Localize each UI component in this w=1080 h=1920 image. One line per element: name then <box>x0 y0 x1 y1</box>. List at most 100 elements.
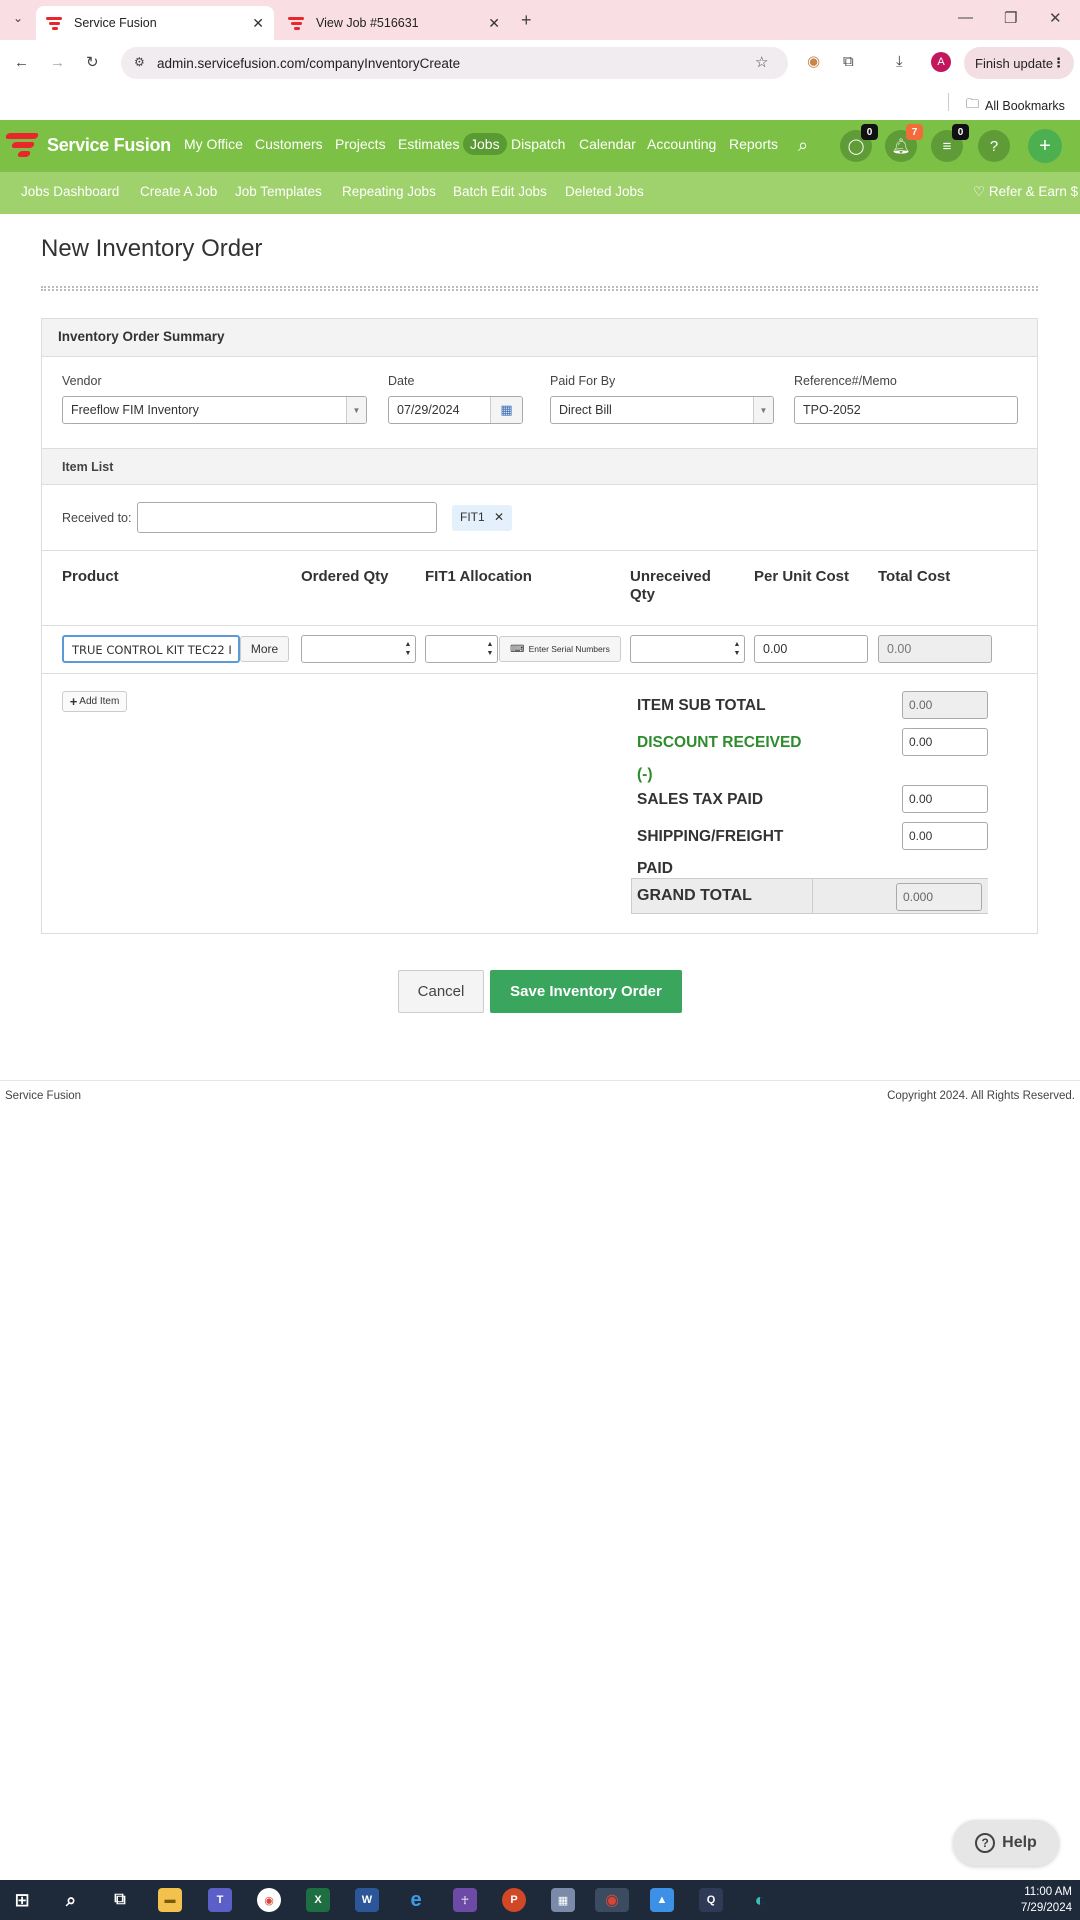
restore-icon[interactable]: ❐ <box>1004 11 1017 26</box>
nav-my-office[interactable]: My Office <box>184 136 243 152</box>
new-tab-icon[interactable]: + <box>521 11 532 29</box>
address-bar[interactable]: ⚙ admin.servicefusion.com/companyInvento… <box>121 47 788 79</box>
help-question-button[interactable]: ? <box>978 130 1010 162</box>
unit-cost-input[interactable]: 0.00 <box>754 635 868 663</box>
reload-icon[interactable]: ↻ <box>86 55 99 70</box>
nav-dispatch[interactable]: Dispatch <box>511 136 565 152</box>
profile-avatar[interactable]: A <box>931 52 951 72</box>
forward-icon[interactable]: → <box>50 55 65 70</box>
app-icon[interactable]: ☥ <box>453 1888 477 1912</box>
more-button[interactable]: More <box>240 636 289 662</box>
add-item-button[interactable]: + Add Item <box>62 691 127 712</box>
site-info-icon[interactable]: ⚙ <box>134 56 145 68</box>
list-icon: ≡ <box>942 137 952 155</box>
minimize-icon[interactable]: — <box>958 10 973 25</box>
back-icon[interactable]: ← <box>14 55 29 70</box>
subnav-job-templates[interactable]: Job Templates <box>235 184 322 199</box>
extensions-puzzle-icon[interactable]: ⧉ <box>843 54 854 69</box>
calendar-icon[interactable]: ▦ <box>490 397 522 423</box>
sales-tax-input[interactable]: 0.00 <box>902 785 988 813</box>
shipping-input[interactable]: 0.00 <box>902 822 988 850</box>
stepper-arrows-icon[interactable]: ▲ ▼ <box>730 636 744 662</box>
divider <box>42 673 1037 674</box>
clock-date: 7/29/2024 <box>1020 1902 1072 1914</box>
stepper-arrows-icon[interactable]: ▲ ▼ <box>483 636 497 662</box>
refer-label: Refer & Earn $ <box>988 184 1079 199</box>
vendor-value: Freeflow FIM Inventory <box>71 403 199 417</box>
paid-for-by-select[interactable]: Direct Bill ▼ <box>550 396 774 424</box>
finish-update-button[interactable]: Finish update ⋮ <box>964 47 1074 79</box>
photos-icon[interactable]: ▲ <box>650 1888 674 1912</box>
task-view-icon[interactable]: ⧉ <box>108 1888 132 1912</box>
all-bookmarks-button[interactable]: 🗀 All Bookmarks <box>966 95 1065 117</box>
app-calculator-icon[interactable]: ▦ <box>551 1888 575 1912</box>
enter-serial-numbers-button[interactable]: ⌨ Enter Serial Numbers <box>499 636 621 662</box>
received-to-input[interactable] <box>137 502 437 533</box>
divider <box>42 625 1037 626</box>
excel-icon[interactable]: X <box>306 1888 330 1912</box>
remove-tag-icon[interactable]: ✕ <box>494 510 504 524</box>
close-tab-icon[interactable]: ✕ <box>488 15 500 32</box>
subnav-jobs-dashboard[interactable]: Jobs Dashboard <box>21 184 119 199</box>
file-explorer-icon[interactable]: ▬ <box>158 1888 182 1912</box>
cancel-button[interactable]: Cancel <box>398 970 484 1013</box>
tab-service-fusion[interactable]: Service Fusion ✕ <box>36 6 274 40</box>
chrome-icon[interactable]: ◉ <box>257 1888 281 1912</box>
ordered-qty-input[interactable]: ▲ ▼ <box>301 635 416 663</box>
help-button[interactable]: ? Help <box>953 1820 1059 1866</box>
stepper-arrows-icon[interactable]: ▲ ▼ <box>401 636 415 662</box>
nav-reports[interactable]: Reports <box>729 136 778 152</box>
chat-button[interactable]: ◯ 0 <box>840 124 878 162</box>
teams-icon[interactable]: T <box>208 1888 232 1912</box>
nav-jobs[interactable]: Jobs <box>463 133 507 155</box>
vendor-select[interactable]: Freeflow FIM Inventory ▼ <box>62 396 367 424</box>
windows-start-icon[interactable]: ⊞ <box>10 1888 34 1912</box>
jobs-sub-nav: Jobs Dashboard Create A Job Job Template… <box>0 172 1080 214</box>
internet-explorer-icon[interactable]: e <box>404 1888 428 1912</box>
subnav-deleted-jobs[interactable]: Deleted Jobs <box>565 184 644 199</box>
chrome-active-icon[interactable]: ◉ <box>595 1888 629 1912</box>
discount-input[interactable]: 0.00 <box>902 728 988 756</box>
nav-projects[interactable]: Projects <box>335 136 386 152</box>
save-inventory-order-button[interactable]: Save Inventory Order <box>490 970 682 1013</box>
close-tab-icon[interactable]: ✕ <box>252 15 264 32</box>
reference-input[interactable]: TPO-2052 <box>794 396 1018 424</box>
nav-calendar[interactable]: Calendar <box>579 136 636 152</box>
app-q-icon[interactable]: Q <box>699 1888 723 1912</box>
brand-name[interactable]: Service Fusion <box>47 135 171 156</box>
column-unreceived-line1: Unreceived <box>630 568 711 585</box>
product-input[interactable]: TRUE CONTROL KIT TEC22 I <box>62 635 240 663</box>
tab-view-job[interactable]: View Job #516631 ✕ <box>278 6 510 40</box>
downloads-icon[interactable]: ⤓ <box>896 54 903 69</box>
location-tag[interactable]: FIT1 ✕ <box>452 505 513 531</box>
divider <box>948 93 949 111</box>
quick-add-button[interactable]: + <box>1028 129 1062 163</box>
search-icon[interactable]: ⌕ <box>798 136 808 154</box>
search-icon[interactable]: ⌕ <box>59 1888 83 1912</box>
nav-estimates[interactable]: Estimates <box>398 136 459 152</box>
subnav-repeating-jobs[interactable]: Repeating Jobs <box>342 184 436 199</box>
extension-cookie-icon[interactable]: ◉ <box>807 54 820 69</box>
subnav-create-a-job[interactable]: Create A Job <box>140 184 217 199</box>
word-icon[interactable]: W <box>355 1888 379 1912</box>
nav-customers[interactable]: Customers <box>255 136 323 152</box>
service-fusion-logo[interactable] <box>4 131 40 159</box>
chevron-down-icon: ▼ <box>346 397 366 423</box>
powerpoint-icon[interactable]: P <box>502 1888 526 1912</box>
allocation-input[interactable]: ▲ ▼ <box>425 635 498 663</box>
tab-search-chevron-icon[interactable]: ⌄ <box>13 12 23 24</box>
discount-label: DISCOUNT RECEIVED <box>637 734 802 751</box>
date-field[interactable]: 07/29/2024 ▦ <box>388 396 523 424</box>
serial-button-label: Enter Serial Numbers <box>528 644 610 654</box>
nav-accounting[interactable]: Accounting <box>647 136 716 152</box>
refer-and-earn-link[interactable]: ♡ Refer & Earn $ <box>973 184 1078 200</box>
notifications-button[interactable]: 🔔︎ 7 <box>885 124 923 162</box>
unreceived-qty-input[interactable]: ▲ ▼ <box>630 635 745 663</box>
tasks-button[interactable]: ≡ 0 <box>931 124 969 162</box>
clock[interactable]: 11:00 AM 7/29/2024 <box>1021 1884 1072 1916</box>
subnav-batch-edit-jobs[interactable]: Batch Edit Jobs <box>453 184 547 199</box>
tab-title: Service Fusion <box>74 16 157 30</box>
window-close-icon[interactable]: ✕ <box>1049 11 1062 26</box>
edge-icon[interactable]: ◐ <box>748 1888 772 1912</box>
bookmark-star-icon[interactable]: ☆ <box>755 55 768 70</box>
